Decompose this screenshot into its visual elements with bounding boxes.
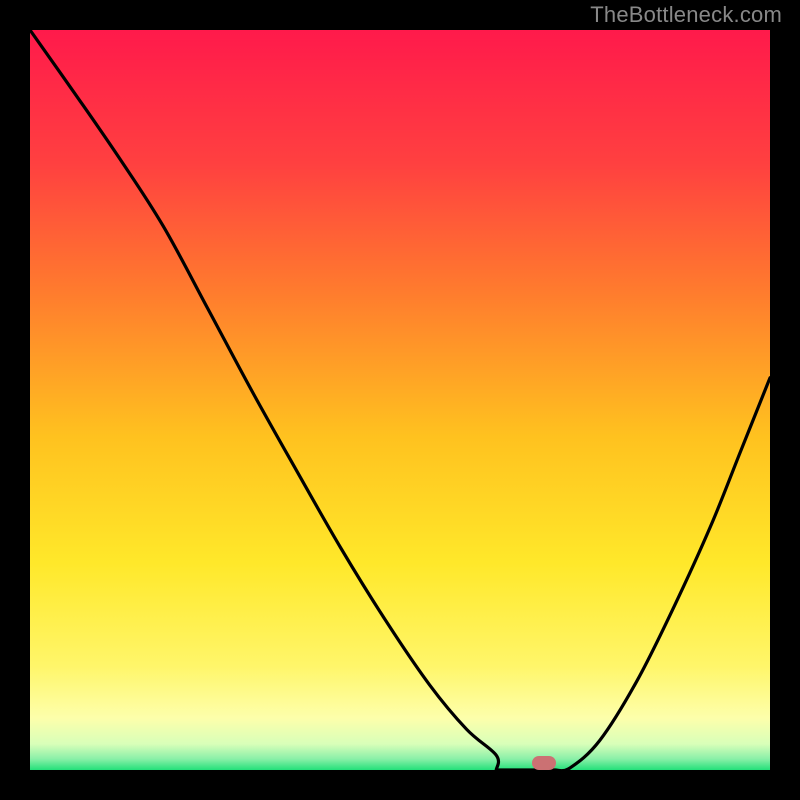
chart-frame: TheBottleneck.com bbox=[0, 0, 800, 800]
plot-area bbox=[30, 30, 770, 770]
bottleneck-marker bbox=[532, 756, 556, 770]
curve-path bbox=[30, 30, 770, 770]
watermark-text: TheBottleneck.com bbox=[590, 2, 782, 28]
curve-layer bbox=[30, 30, 770, 770]
